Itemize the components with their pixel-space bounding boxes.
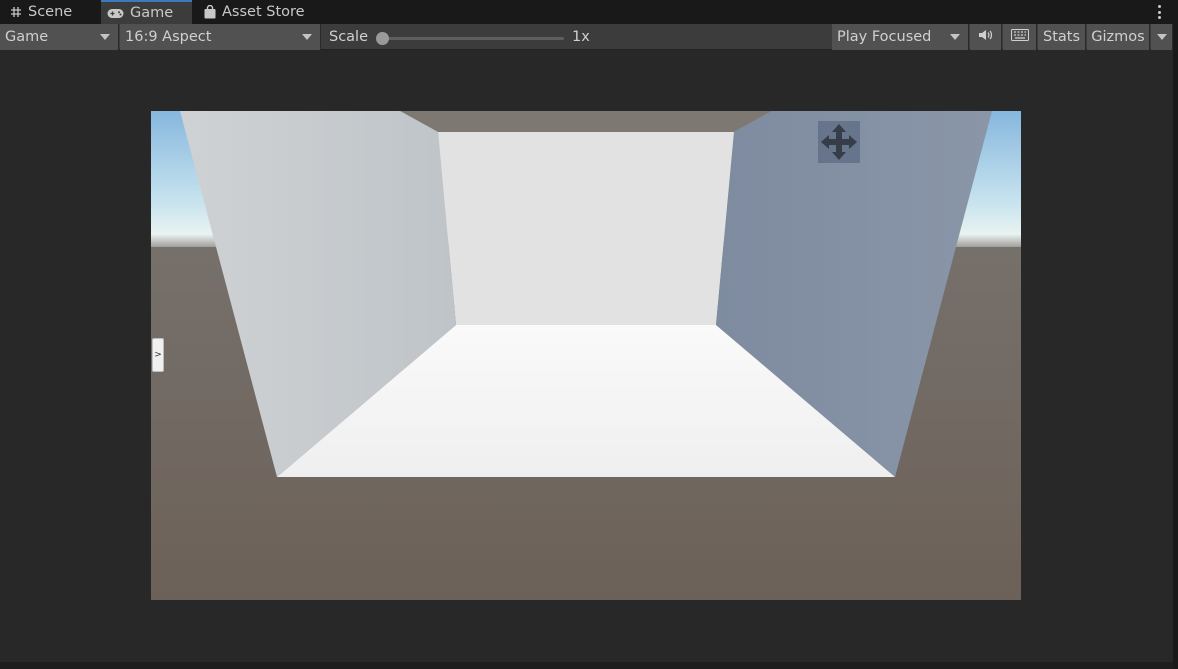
gizmos-button[interactable]: Gizmos [1087, 24, 1150, 50]
move-arrows-icon[interactable] [818, 121, 860, 163]
scale-value: 1x [572, 29, 590, 45]
tab-scene-label: Scene [28, 4, 73, 20]
game-view-toolbar: Game 16:9 Aspect Scale 1x Play Focused S… [0, 24, 1173, 50]
shopping-bag-icon [204, 5, 216, 19]
window-bottom-edge [0, 662, 1173, 669]
chevron-down-icon [950, 34, 960, 40]
chevron-down-icon [100, 34, 110, 40]
tab-game-label: Game [130, 5, 174, 21]
scale-label: Scale [329, 29, 369, 45]
tab-scene[interactable]: Scene [10, 0, 72, 24]
hash-grid-icon [10, 6, 22, 18]
keyboard-icon [1010, 29, 1029, 45]
speaker-icon [978, 29, 994, 45]
tab-asset-store[interactable]: Asset Store [204, 0, 305, 24]
gizmos-menu-button[interactable] [1151, 24, 1173, 50]
overlay-drawer-toggle[interactable]: > [152, 338, 164, 372]
aspect-dropdown[interactable]: 16:9 Aspect [120, 24, 321, 50]
more-options-icon[interactable] [1156, 3, 1162, 21]
stats-button[interactable]: Stats [1038, 24, 1086, 50]
chevron-down-icon [1157, 34, 1167, 40]
scale-slider-thumb[interactable] [376, 32, 389, 45]
game-viewport[interactable] [151, 111, 1021, 600]
tab-game[interactable]: Game [101, 0, 192, 24]
shortcuts-toggle-button[interactable] [1003, 24, 1037, 50]
back-wall [438, 132, 734, 325]
scene-render [151, 111, 1021, 600]
aspect-dropdown-label: 16:9 Aspect [125, 29, 212, 45]
ceiling [400, 111, 772, 132]
gamepad-icon [107, 8, 124, 19]
window-right-edge [1173, 24, 1178, 669]
play-mode-label: Play Focused [837, 29, 932, 45]
window-tab-bar: Scene Game Asset Store [0, 0, 1178, 24]
play-mode-dropdown[interactable]: Play Focused [832, 24, 969, 50]
chevron-down-icon [302, 34, 312, 40]
display-dropdown-label: Game [5, 29, 49, 45]
scale-slider-track[interactable] [378, 37, 564, 40]
tab-asset-store-label: Asset Store [222, 4, 305, 20]
mute-audio-button[interactable] [970, 24, 1002, 50]
display-dropdown[interactable]: Game [0, 24, 119, 50]
